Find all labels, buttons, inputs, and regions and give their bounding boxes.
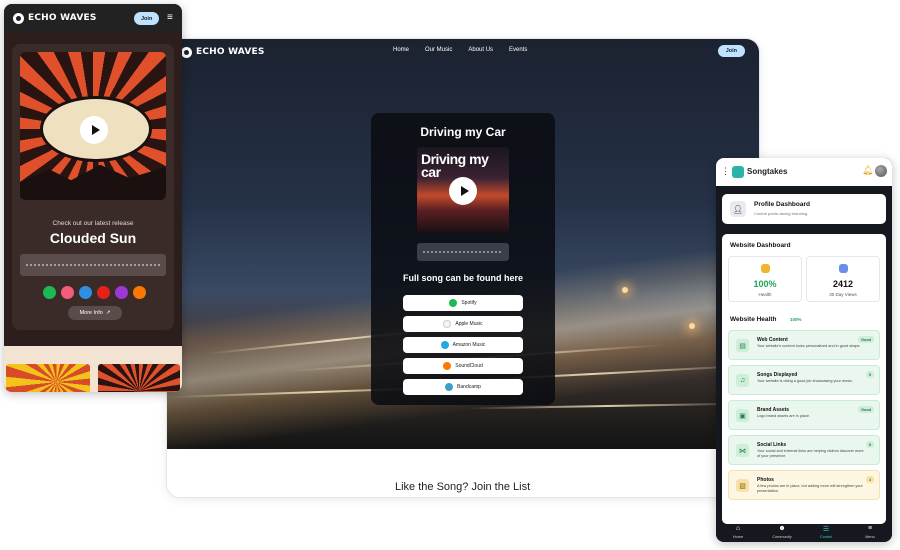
external-link-icon: ↗ <box>105 310 111 316</box>
apple-icon <box>443 320 452 328</box>
apple-music-link[interactable]: Apple Music <box>403 316 523 332</box>
health-item-web-content[interactable]: ▤ Web Content Your website's content loo… <box>728 330 880 360</box>
song-title: Driving my Car <box>420 125 506 139</box>
nav-our-music[interactable]: Our Music <box>425 47 452 53</box>
calendar-icon <box>839 264 848 273</box>
release-title: Clouded Sun <box>49 230 137 246</box>
release-thumbnails <box>4 346 182 392</box>
mobile-join-button[interactable]: Join <box>134 12 160 25</box>
health-stat: 100% Health <box>728 256 802 302</box>
release-waveform[interactable] <box>20 254 166 276</box>
amazon-music-link[interactable]: Amazon Music <box>403 337 523 353</box>
tab-control[interactable]: ☰ Control <box>804 524 848 542</box>
newsletter-heading: Like the Song? Join the List <box>395 481 531 493</box>
status-badge: 8 <box>865 441 874 448</box>
control-icon: ☰ <box>822 526 830 533</box>
heart-icon <box>761 264 770 273</box>
amazon-music-icon[interactable] <box>79 286 92 299</box>
streaming-icons <box>43 286 146 299</box>
tab-home[interactable]: ⌂ Home <box>716 524 760 542</box>
document-icon: ▤ <box>736 339 749 352</box>
full-song-heading: Full song can be found here <box>402 273 523 283</box>
song-player-card: Driving my Car Driving my car Full song … <box>371 113 555 405</box>
cover-text: Driving my car <box>421 151 489 181</box>
screenshot-stage: ECHO WAVES Home Our Music About Us Event… <box>0 0 900 550</box>
dashboard-app: ⋮ Songtakes 🔔︎ 👤︎ Profile Dashboard Cont… <box>716 158 892 542</box>
more-info-button[interactable]: More Info ↗ <box>68 306 122 320</box>
nav-events[interactable]: Events <box>509 47 527 53</box>
website-dashboard-panel: Website Dashboard 100% Health 2412 30 Da… <box>722 234 886 524</box>
desktop-site: ECHO WAVES Home Our Music About Us Event… <box>166 38 760 498</box>
songtakes-logo-icon <box>732 166 744 178</box>
mobile-logo[interactable]: ECHO WAVES <box>13 12 97 24</box>
thumbnail-2[interactable] <box>98 364 180 392</box>
bandcamp-icon <box>445 383 454 391</box>
bell-icon[interactable]: 🔔︎ <box>862 165 873 176</box>
soundcloud-icon <box>443 362 452 370</box>
desktop-menu: Home Our Music About Us Events <box>393 47 527 53</box>
hamburger-menu-icon[interactable]: ≡ <box>167 13 177 23</box>
status-badge: 5 <box>865 371 874 378</box>
community-icon: ☻ <box>778 525 786 532</box>
album-cover: Driving my car <box>417 147 509 235</box>
health-item-brand-assets[interactable]: ▣ Brand Assets Logo brand assets are in … <box>728 400 880 430</box>
newsletter-section: Like the Song? Join the List <box>167 449 759 497</box>
bandcamp-icon[interactable] <box>115 286 128 299</box>
home-icon: ⌂ <box>735 525 741 532</box>
profile-subtitle: Control public-facing branding. <box>754 211 809 216</box>
soundcloud-link[interactable]: SoundCloud <box>403 358 523 374</box>
desktop-join-button[interactable]: Join <box>717 45 745 57</box>
soundcloud-icon[interactable] <box>133 286 146 299</box>
status-badge: 4 <box>865 476 874 483</box>
status-badge: Good <box>858 336 874 343</box>
mobile-site: ECHO WAVES Join ≡ Check out our latest r… <box>4 4 182 392</box>
status-badge: Good <box>858 406 874 413</box>
youtube-icon[interactable] <box>97 286 110 299</box>
health-item-songs-displayed[interactable]: ♫ Songs Displayed Your website is doing … <box>728 365 880 395</box>
profile-title: Profile Dashboard <box>754 201 810 208</box>
play-button[interactable] <box>449 177 477 205</box>
image-icon: ▣ <box>736 409 749 422</box>
music-note-icon: ♫ <box>736 374 749 387</box>
website-health-percent: 100% <box>790 317 802 322</box>
release-subtitle: Check out our latest release <box>52 220 134 227</box>
thumbnail-1[interactable] <box>6 364 90 392</box>
apple-music-icon[interactable] <box>61 286 74 299</box>
person-icon: 👤︎ <box>730 201 746 217</box>
spotify-icon <box>449 299 458 307</box>
logo-icon <box>13 12 24 24</box>
website-dashboard-title: Website Dashboard <box>730 242 791 249</box>
profile-dashboard-card[interactable]: 👤︎ Profile Dashboard Control public-faci… <box>722 194 886 224</box>
more-options-icon[interactable]: ⋮ <box>721 167 730 176</box>
app-name: Songtakes <box>747 167 788 176</box>
views-stat: 2412 30 Day Views <box>806 256 880 302</box>
health-item-photos[interactable]: ▧ Photos A few photos are in place, but … <box>728 470 880 500</box>
health-item-social-links[interactable]: ⋈ Social Links Your social and external … <box>728 435 880 465</box>
avatar[interactable] <box>875 165 887 177</box>
logo-text: ECHO WAVES <box>196 47 265 57</box>
bottom-tab-bar: ⌂ Home ☻ Community ☰ Control ≡ Menu <box>716 524 892 542</box>
website-health-title: Website Health <box>730 316 777 323</box>
nav-about-us[interactable]: About Us <box>468 47 493 53</box>
tab-community[interactable]: ☻ Community <box>760 524 804 542</box>
logo-icon <box>181 46 192 58</box>
amazon-music-icon <box>440 341 449 349</box>
menu-icon: ≡ <box>867 525 873 532</box>
dashboard-header: ⋮ Songtakes 🔔︎ <box>716 158 892 186</box>
tab-menu[interactable]: ≡ Menu <box>848 524 892 542</box>
echo-waves-logo[interactable]: ECHO WAVES <box>181 46 265 58</box>
spotify-icon[interactable] <box>43 286 56 299</box>
photo-icon: ▧ <box>736 479 749 492</box>
nav-home[interactable]: Home <box>393 47 409 53</box>
spotify-link[interactable]: Spotify <box>403 295 523 311</box>
share-icon: ⋈ <box>736 444 749 457</box>
waveform-bar[interactable] <box>417 243 509 261</box>
bandcamp-link[interactable]: Bandcamp <box>403 379 523 395</box>
release-play-button[interactable] <box>80 116 108 144</box>
latest-release-card: Check out our latest release Clouded Sun… <box>12 44 174 330</box>
logo-text: ECHO WAVES <box>28 13 97 23</box>
